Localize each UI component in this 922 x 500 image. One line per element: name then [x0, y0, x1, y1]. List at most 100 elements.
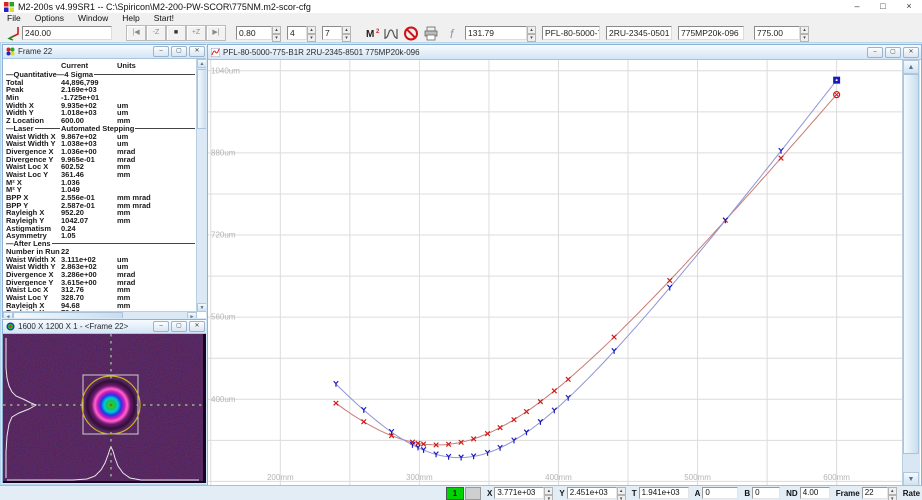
count-spinner-1[interactable]: ▴▾	[307, 26, 316, 40]
data-point-marker[interactable]	[538, 419, 543, 425]
data-point-marker[interactable]	[552, 389, 557, 394]
device-id-field-3[interactable]: 775MP20k-096	[678, 26, 744, 40]
close-button[interactable]: ✕	[903, 47, 919, 58]
spinner-down-icon[interactable]: ▾	[800, 34, 809, 42]
data-point-marker[interactable]	[566, 377, 571, 382]
maximize-button[interactable]: ▢	[171, 321, 187, 332]
cursor-arrow-icon[interactable]	[6, 26, 22, 41]
spinner-down-icon[interactable]: ▾	[617, 495, 626, 500]
chart-window-titlebar[interactable]: PFL-80-5000-775-B1R 2RU-2345-8501 775MP2…	[208, 45, 921, 60]
stage-last-button[interactable]: ▶|	[206, 25, 226, 41]
scroll-down-arrow[interactable]: ▼	[197, 303, 207, 312]
device-id-field-2[interactable]: 2RU-2345-0501	[606, 26, 672, 40]
data-point-marker[interactable]	[524, 409, 529, 414]
beam-window-title: 1600 X 1200 X 1 - <Frame 22>	[18, 322, 151, 331]
step-size-field[interactable]: 0.80	[236, 26, 272, 40]
results-vertical-scrollbar[interactable]: ▲ ▼	[196, 59, 207, 312]
stage-stop-button[interactable]: ■	[166, 25, 186, 41]
wavelength-field[interactable]: 775.00	[754, 26, 800, 40]
spinner-up-icon[interactable]: ▴	[544, 487, 553, 495]
spinner-down-icon[interactable]: ▾	[272, 34, 281, 42]
spinner-down-icon[interactable]: ▾	[544, 495, 553, 500]
scroll-up-arrow[interactable]: ▲	[903, 60, 919, 74]
data-point-marker[interactable]	[334, 401, 339, 406]
scroll-thumb[interactable]	[197, 69, 207, 129]
menu-item-start[interactable]: Start!	[147, 13, 181, 24]
spinner-up-icon[interactable]: ▴	[272, 26, 281, 34]
data-point-marker[interactable]	[779, 156, 784, 161]
row-label: Rayleigh X	[6, 302, 61, 310]
spinner-up-icon[interactable]: ▴	[617, 487, 626, 495]
frame-field[interactable]: 22	[862, 487, 888, 499]
total-field[interactable]: 1.941e+03	[639, 487, 689, 499]
wavelength-spinner[interactable]: ▴▾	[800, 26, 809, 40]
m2-calc-icon[interactable]: M 2	[365, 26, 381, 41]
spinner-up-icon[interactable]: ▴	[307, 26, 316, 34]
minimize-button[interactable]: –	[153, 46, 169, 57]
minimize-button[interactable]: –	[867, 47, 883, 58]
stop-icon[interactable]	[403, 26, 419, 41]
spinner-up-icon[interactable]: ▴	[342, 26, 351, 34]
menu-item-options[interactable]: Options	[28, 13, 71, 24]
device-id-field-1[interactable]: PFL-80-5000-775-B	[542, 26, 600, 40]
frame-spinner[interactable]: ▴▾	[888, 487, 897, 499]
count-spinner-2[interactable]: ▴▾	[342, 26, 351, 40]
spinner-up-icon[interactable]: ▴	[888, 487, 897, 495]
data-point-marker[interactable]	[361, 419, 366, 424]
close-button[interactable]: ✕	[189, 321, 205, 332]
menu-item-help[interactable]: Help	[115, 13, 146, 24]
print-icon[interactable]	[423, 26, 439, 41]
data-point-marker[interactable]	[421, 447, 426, 453]
cursor-x-field[interactable]: 3.771e+03	[494, 487, 544, 499]
maximize-button[interactable]: ▢	[171, 46, 187, 57]
spinner-up-icon[interactable]: ▴	[527, 26, 536, 34]
gain-spinner[interactable]: ▴▾	[527, 26, 536, 40]
gain-field[interactable]: 131.79	[465, 26, 527, 40]
stage-plus-z-button[interactable]: +Z	[186, 25, 206, 41]
section-label: —Laser	[6, 125, 34, 133]
data-point-marker[interactable]	[512, 417, 517, 422]
b-field[interactable]: 0	[752, 487, 780, 499]
close-button[interactable]: ×	[896, 0, 922, 13]
x-tick-label: 200mm	[267, 473, 294, 482]
spinner-down-icon[interactable]: ▾	[888, 495, 897, 500]
data-point-marker[interactable]	[538, 399, 543, 404]
table-row: Divergence Y9.965e-01mrad	[6, 156, 196, 164]
spinner-down-icon[interactable]: ▾	[307, 34, 316, 42]
results-window-titlebar[interactable]: Frame 22 –▢✕	[3, 45, 207, 59]
menu-item-window[interactable]: Window	[71, 13, 115, 24]
minimize-button[interactable]: –	[153, 321, 169, 332]
data-point-marker[interactable]	[524, 430, 529, 436]
data-point-marker[interactable]	[667, 278, 672, 283]
scroll-down-arrow[interactable]: ▼	[903, 472, 919, 486]
spinner-up-icon[interactable]: ▴	[800, 26, 809, 34]
chart-vertical-scrollbar[interactable]: ▲ ▼	[902, 60, 920, 486]
function-icon[interactable]: f	[445, 26, 461, 41]
minimize-button[interactable]: –	[844, 0, 870, 13]
menu-item-file[interactable]: File	[0, 13, 28, 24]
stage-first-button[interactable]: |◀	[126, 25, 146, 41]
scroll-thumb[interactable]	[903, 74, 919, 454]
maximize-button[interactable]: □	[870, 0, 896, 13]
beam-window-titlebar[interactable]: 1600 X 1200 X 1 - <Frame 22> –▢✕	[3, 320, 207, 334]
maximize-button[interactable]: ▢	[885, 47, 901, 58]
spinner-down-icon[interactable]: ▾	[342, 34, 351, 42]
scroll-up-arrow[interactable]: ▲	[197, 59, 207, 68]
close-button[interactable]: ✕	[189, 46, 205, 57]
row-units: um	[117, 109, 196, 117]
spinner-down-icon[interactable]: ▾	[527, 34, 536, 42]
data-point-marker[interactable]	[612, 335, 617, 340]
z-position-field[interactable]: 240.00	[22, 26, 112, 40]
count-field-2[interactable]: 7	[322, 26, 342, 40]
a-field[interactable]: 0	[702, 487, 738, 499]
count-field-1[interactable]: 4	[287, 26, 307, 40]
data-point-marker[interactable]	[498, 445, 503, 451]
stage-minus-z-button[interactable]: -Z	[146, 25, 166, 41]
cursor-x-spinner[interactable]: ▴▾	[544, 487, 553, 499]
cursor-y-field[interactable]: 2.451e+03	[567, 487, 617, 499]
beam-profile-icon[interactable]	[383, 26, 399, 41]
nd-field[interactable]: 4.00	[800, 487, 830, 499]
step-size-spinner[interactable]: ▴▾	[272, 26, 281, 40]
cursor-y-spinner[interactable]: ▴▾	[617, 487, 626, 499]
data-point-marker[interactable]	[498, 425, 503, 430]
